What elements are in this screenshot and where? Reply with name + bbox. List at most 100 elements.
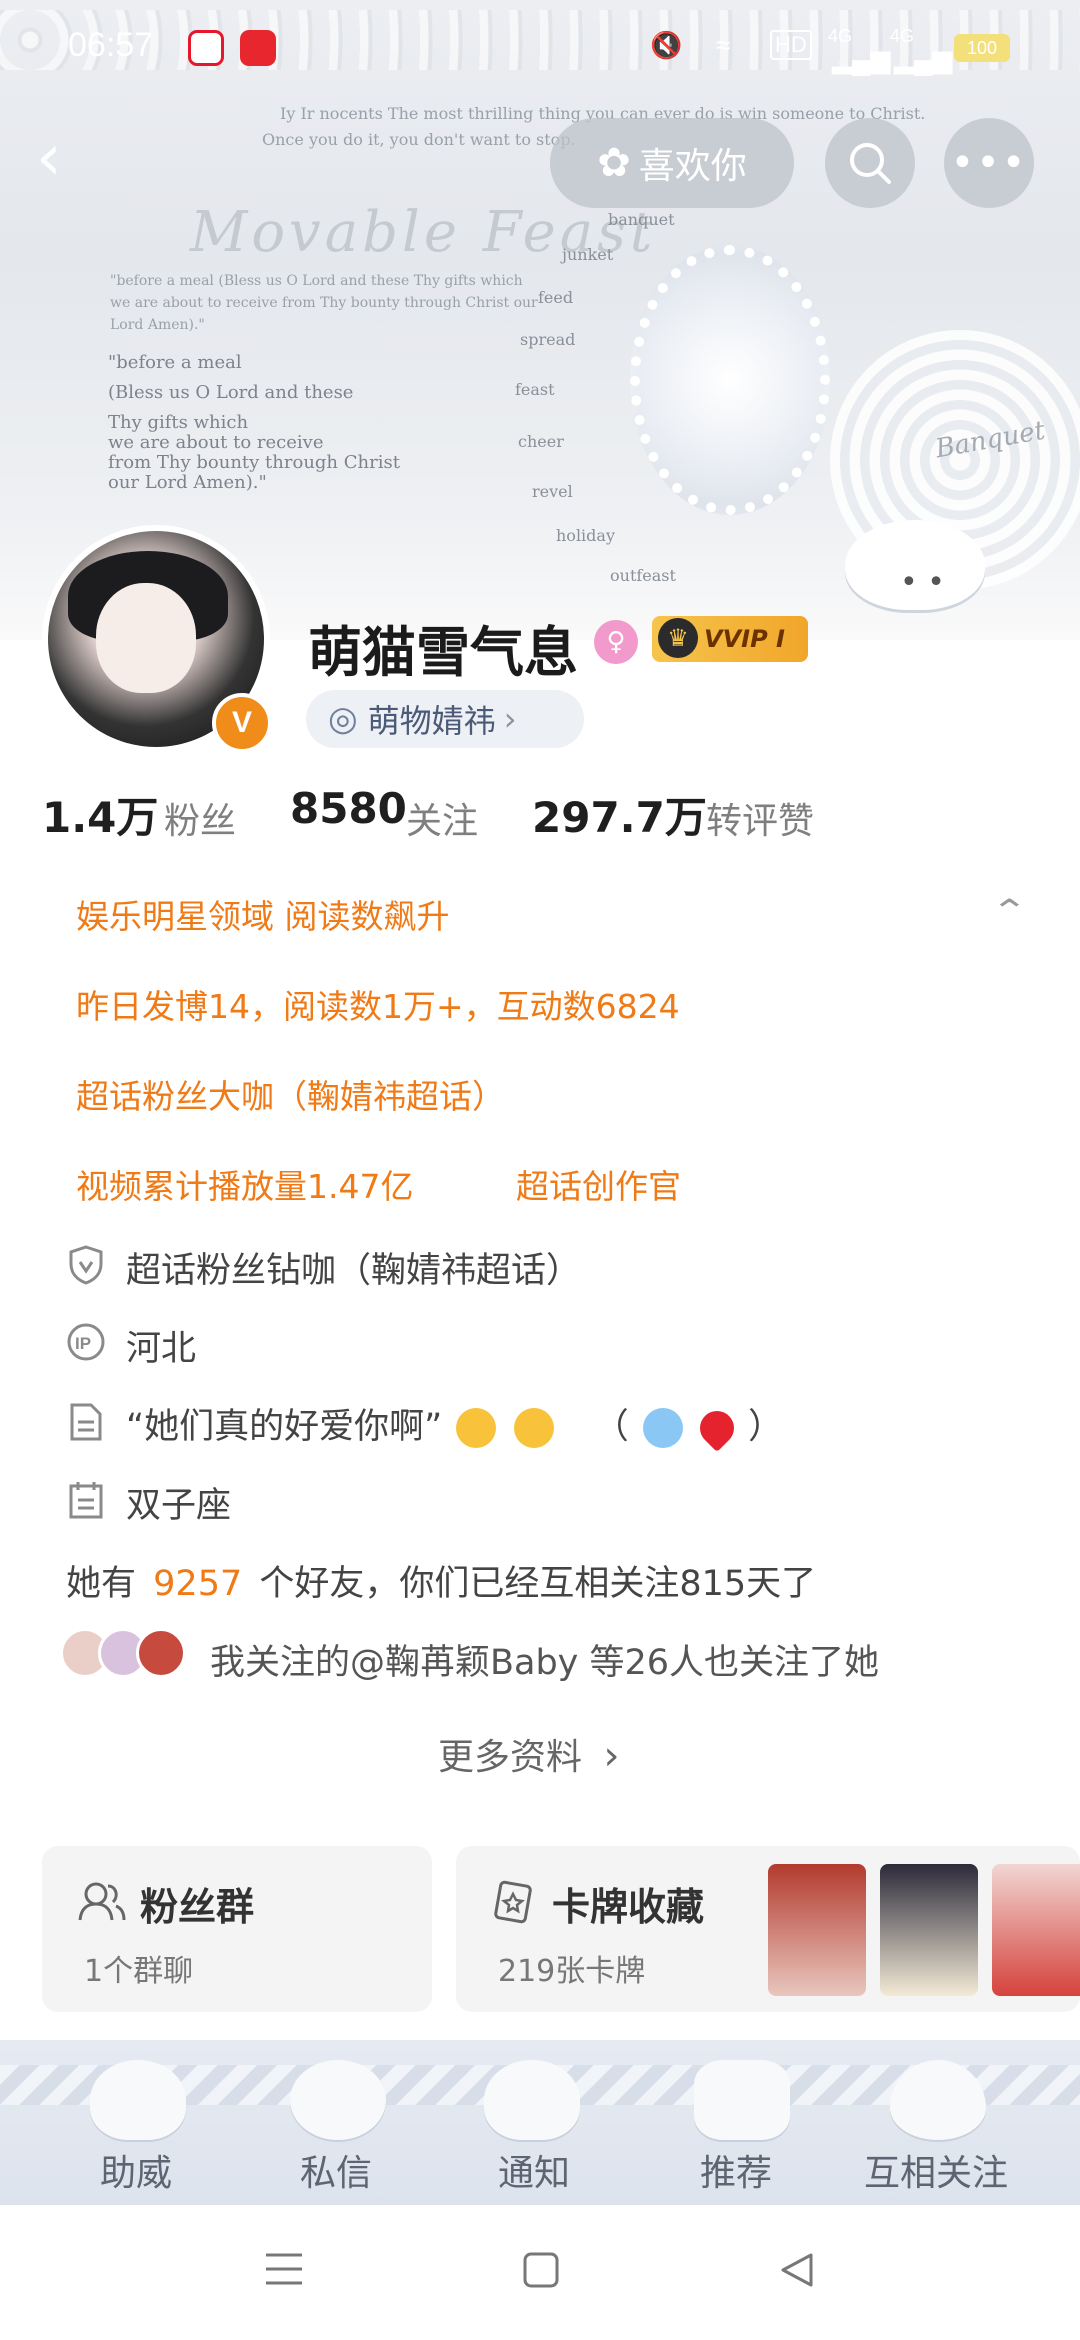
vip-badge[interactable]: ♛ VVIP I bbox=[652, 616, 808, 662]
signal-icon: ▂▄▆ bbox=[832, 44, 891, 74]
cover-word: outfeast bbox=[610, 566, 676, 585]
cover-word: holiday bbox=[556, 526, 615, 545]
search-icon bbox=[850, 143, 891, 184]
bio-text: “她们真的好爱你啊” （ ） bbox=[126, 1398, 784, 1453]
collectible-card-thumbnail[interactable] bbox=[880, 1864, 978, 1996]
friends-suffix: 个好友，你们已经互相关注815天了 bbox=[259, 1564, 817, 1604]
cover-word: feed bbox=[538, 288, 574, 307]
interactions-count[interactable]: 297.7万 bbox=[532, 784, 707, 845]
interest-tag-label: 萌物婧祎 bbox=[367, 702, 496, 740]
tab-notifications[interactable]: 通知 bbox=[498, 2144, 570, 2196]
system-navigation-bar bbox=[0, 2205, 1080, 2340]
cover-word: banquet bbox=[608, 210, 675, 229]
followers-count[interactable]: 1.4万 bbox=[42, 784, 158, 845]
following-label: 关注 bbox=[406, 801, 479, 842]
collapse-chevron-icon[interactable]: ⌃ bbox=[991, 892, 1029, 930]
back-button[interactable]: ‹ bbox=[36, 126, 86, 194]
hand-over-mouth-emoji-icon bbox=[513, 1408, 554, 1448]
signal-icon: ▂▄▆ bbox=[894, 44, 953, 74]
calendar-icon bbox=[66, 1480, 106, 1520]
more-info-link[interactable]: 更多资料 › bbox=[438, 1728, 619, 1780]
chevron-right-icon: › bbox=[603, 1733, 620, 1779]
shield-icon bbox=[66, 1245, 106, 1285]
friends-count[interactable]: 9257 bbox=[153, 1564, 242, 1604]
group-icon bbox=[78, 1882, 126, 1921]
card-collection-card[interactable]: 卡牌收藏 219张卡牌 bbox=[456, 1846, 1080, 2012]
cover-prayer-line: (Bless us O Lord and these bbox=[108, 382, 354, 403]
mutual-avatars[interactable] bbox=[60, 1628, 190, 1678]
tab-recommend[interactable]: 推荐 bbox=[700, 2144, 772, 2196]
tab-mutual-follow[interactable]: 互相关注 bbox=[864, 2144, 1008, 2196]
cover-prayer-small: "before a meal (Bless us O Lord and thes… bbox=[110, 273, 538, 333]
verified-badge-icon: V bbox=[212, 693, 272, 753]
bio-paren-open: （ bbox=[593, 1407, 629, 1447]
mute-icon: 🔇 bbox=[650, 30, 683, 60]
cover-prayer-line: "before a meal bbox=[108, 352, 242, 373]
home-icon[interactable] bbox=[522, 2251, 560, 2289]
username: 萌猫雪气息 bbox=[308, 621, 578, 684]
followers-label: 粉丝 bbox=[164, 801, 237, 842]
fan-group-card[interactable]: 粉丝群 1个群聊 bbox=[42, 1846, 432, 2012]
hd-icon: HD bbox=[770, 30, 812, 60]
card-collection-icon bbox=[494, 1880, 532, 1924]
status-bar: 06:57 🔇 ≈ HD 4G ▂▄▆ 4G ▂▄▆ 100 bbox=[0, 0, 1080, 96]
friends-line: 她有 9257 个好友，你们已经互相关注815天了 bbox=[66, 1555, 816, 1606]
fan-group-title: 粉丝群 bbox=[140, 1885, 255, 1929]
bottom-action-bar: 助威 私信 通知 推荐 互相关注 bbox=[0, 2040, 1080, 2205]
friends-prefix: 她有 bbox=[66, 1564, 137, 1604]
red-heart-emoji-icon bbox=[692, 1403, 742, 1453]
fan-badge-text: 超话粉丝钻咖（鞠婧祎超话） bbox=[126, 1251, 582, 1291]
cheer-ghost-icon bbox=[90, 2060, 186, 2140]
wifi-icon: ≈ bbox=[716, 30, 731, 60]
tab-cheer[interactable]: 助威 bbox=[100, 2144, 172, 2196]
document-icon bbox=[66, 1402, 106, 1442]
search-button[interactable] bbox=[825, 118, 915, 208]
tab-messages[interactable]: 私信 bbox=[300, 2144, 372, 2196]
battery-icon: 100 bbox=[954, 34, 1010, 62]
swirl-icon: ◎ bbox=[328, 699, 358, 739]
collectible-card-thumbnail[interactable] bbox=[992, 1864, 1080, 1996]
interactions-label: 转评赞 bbox=[706, 801, 815, 842]
highlight-domain: 娱乐明星领域 阅读数飙升 bbox=[76, 897, 450, 936]
menu-icon[interactable] bbox=[264, 2251, 304, 2287]
back-triangle-icon[interactable] bbox=[778, 2251, 816, 2289]
cover-word: junket bbox=[562, 245, 614, 264]
app-notification-icon bbox=[240, 30, 276, 66]
bio-quote: “她们真的好爱你啊” bbox=[126, 1407, 443, 1447]
vip-label: VVIP I bbox=[704, 625, 785, 653]
cat-paw-icon: ✿ bbox=[597, 140, 631, 186]
like-button[interactable]: ✿ 喜欢你 bbox=[550, 118, 794, 208]
cover-word: spread bbox=[520, 330, 576, 349]
bio-paren-close: ） bbox=[748, 1407, 784, 1447]
ip-location-text: 河北 bbox=[126, 1329, 197, 1369]
notification-cloud-icon bbox=[484, 2060, 580, 2140]
following-count[interactable]: 8580 bbox=[290, 784, 407, 833]
cover-prayer-line: Thy gifts which bbox=[108, 412, 249, 433]
pearl-frame-decoration bbox=[630, 245, 830, 515]
collectible-card-thumbnail[interactable] bbox=[768, 1864, 866, 1996]
cover-prayer-line: we are about to receive bbox=[108, 432, 324, 453]
like-button-label: 喜欢你 bbox=[638, 146, 747, 187]
interest-tag-pill[interactable]: ◎ 萌物婧祎 › bbox=[306, 690, 584, 748]
cover-word: feast bbox=[515, 380, 555, 399]
more-button[interactable]: ••• bbox=[944, 118, 1034, 208]
highlight-posting-stats: 昨日发博14，阅读数1万+，互动数6824 bbox=[76, 987, 680, 1026]
cover-prayer-line: our Lord Amen)." bbox=[108, 472, 267, 493]
highlight-creator: 超话创作官 bbox=[516, 1167, 681, 1206]
more-dots-icon: ••• bbox=[950, 140, 1028, 186]
card-collection-subtitle: 219张卡牌 bbox=[498, 1954, 646, 1989]
message-flower-icon bbox=[290, 2060, 386, 2140]
more-info-label: 更多资料 bbox=[438, 1737, 583, 1778]
highlight-super-fan: 超话粉丝大咖（鞠婧祎超话） bbox=[76, 1077, 505, 1116]
svg-text:IP: IP bbox=[75, 1334, 91, 1353]
cover-word: cheer bbox=[518, 432, 564, 451]
weibo-app-icon bbox=[188, 30, 224, 66]
ip-location-icon: IP bbox=[66, 1322, 106, 1362]
mutual-avatar bbox=[136, 1628, 186, 1678]
crown-icon: ♛ bbox=[658, 618, 698, 658]
mutual-followers-text[interactable]: 我关注的@鞠苒颖Baby 等26人也关注了她 bbox=[210, 1634, 879, 1685]
cover-poem-line: Once you do it, you don't want to stop. bbox=[262, 130, 576, 149]
fan-group-subtitle: 1个群聊 bbox=[84, 1954, 194, 1989]
recommend-paw-icon bbox=[694, 2060, 790, 2140]
female-gender-icon: ♀ bbox=[594, 620, 638, 664]
